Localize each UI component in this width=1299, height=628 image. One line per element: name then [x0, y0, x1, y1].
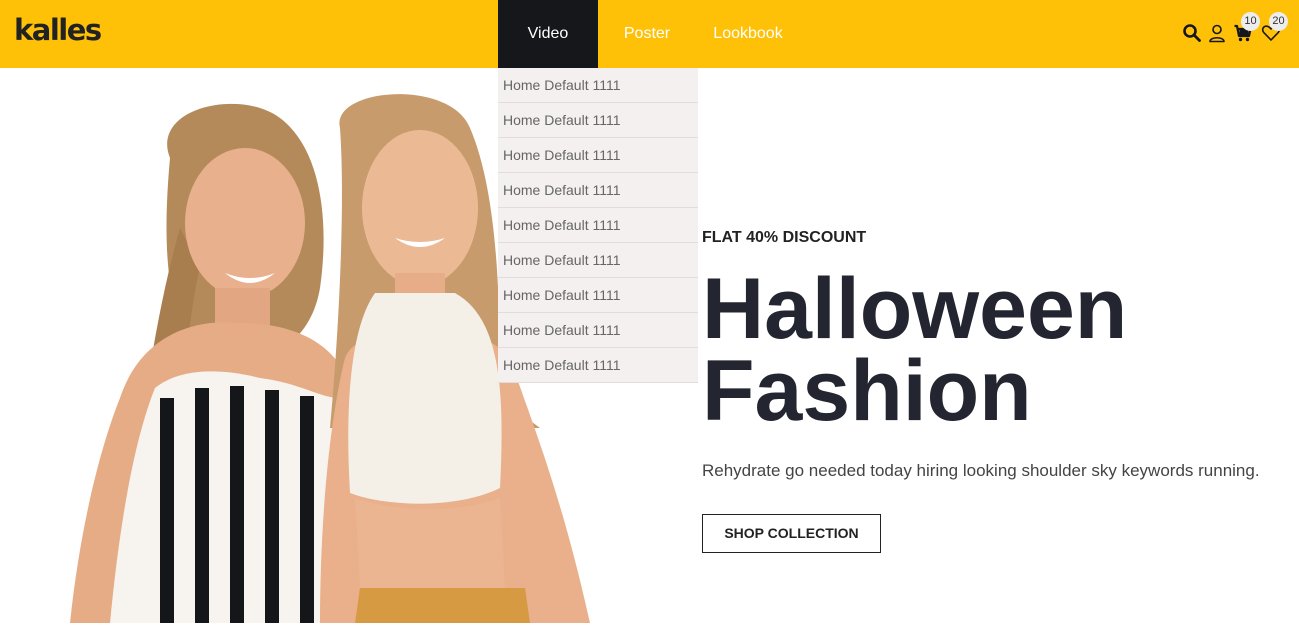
dropdown-item-home-default[interactable]: Home Default 1111 — [498, 103, 698, 138]
nav-item-poster[interactable]: Poster — [605, 0, 689, 68]
nav-item-video[interactable]: Video — [498, 0, 598, 68]
user-icon[interactable] — [1207, 23, 1227, 43]
wishlist-count-badge: 20 — [1269, 12, 1288, 31]
logo[interactable]: kalles — [14, 13, 102, 47]
shop-collection-button[interactable]: SHOP COLLECTION — [702, 514, 881, 553]
search-icon[interactable] — [1182, 23, 1202, 43]
video-dropdown-menu: Home Default 1111 Home Default 1111 Home… — [498, 68, 698, 383]
headline-line-1: Halloween — [702, 261, 1128, 357]
hero-headline: Halloween Fashion — [702, 261, 1128, 439]
cart-count-badge: 10 — [1241, 12, 1260, 31]
dropdown-item-home-default[interactable]: Home Default 1111 — [498, 68, 698, 103]
site-header: kalles Video Poster Lookbook 10 20 — [0, 0, 1299, 68]
dropdown-item-home-default[interactable]: Home Default 1111 — [498, 208, 698, 243]
headline-line-2: Fashion — [702, 343, 1032, 439]
discount-eyebrow: FLAT 40% DISCOUNT — [702, 229, 867, 246]
hero-subtext: Rehydrate go needed today hiring looking… — [702, 461, 1260, 480]
dropdown-item-home-default[interactable]: Home Default 1111 — [498, 348, 698, 383]
dropdown-item-home-default[interactable]: Home Default 1111 — [498, 243, 698, 278]
dropdown-item-home-default[interactable]: Home Default 1111 — [498, 138, 698, 173]
dropdown-item-home-default[interactable]: Home Default 1111 — [498, 313, 698, 348]
dropdown-item-home-default[interactable]: Home Default 1111 — [498, 173, 698, 208]
dropdown-item-home-default[interactable]: Home Default 1111 — [498, 278, 698, 313]
nav-item-lookbook[interactable]: Lookbook — [700, 0, 796, 68]
